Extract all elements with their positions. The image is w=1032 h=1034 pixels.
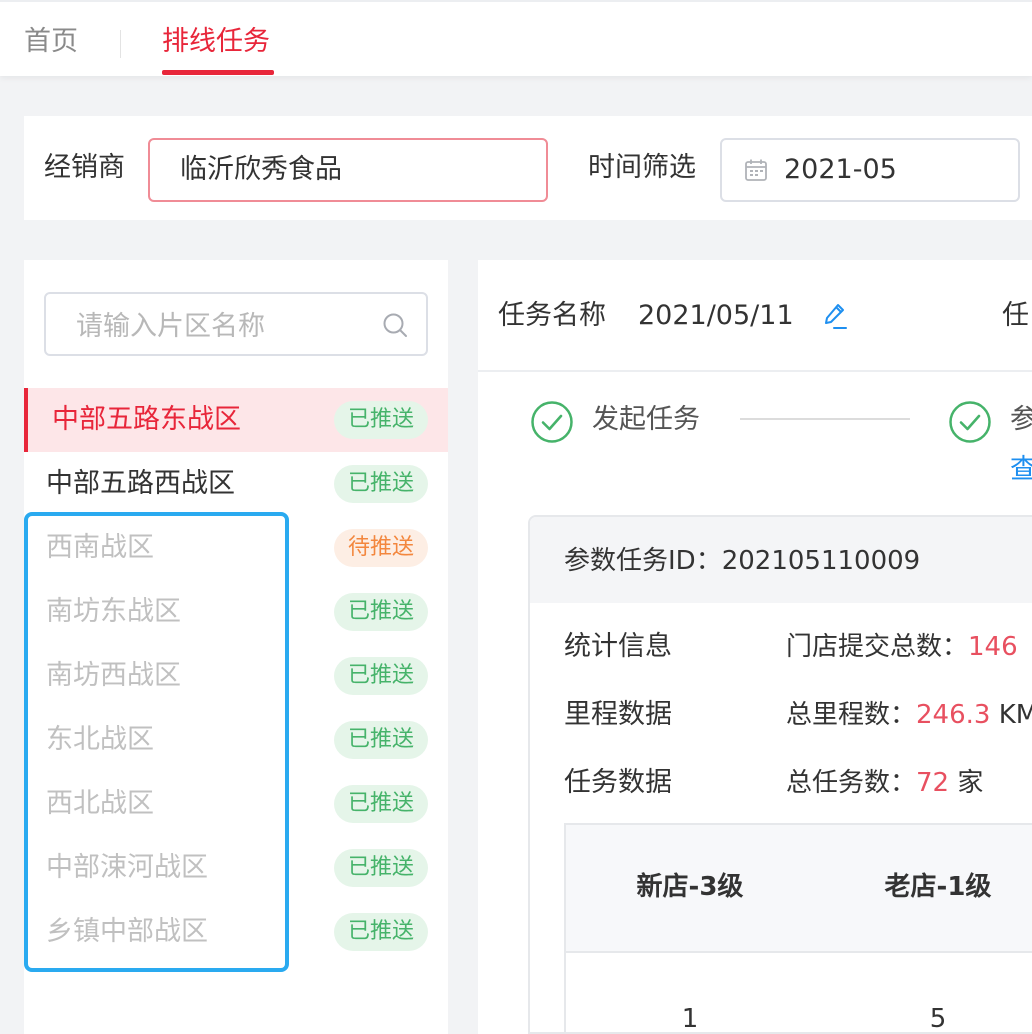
info-unit: KM xyxy=(998,700,1032,730)
step-view-link[interactable]: 查 xyxy=(1010,452,1032,488)
status-badge: 已推送 xyxy=(333,401,428,439)
info-key: 总里程数：246.3 KM xyxy=(786,697,1032,733)
edit-icon[interactable] xyxy=(822,302,848,330)
zone-name: 中部涑河战区 xyxy=(46,852,208,883)
info-key-text: 门店提交总数： xyxy=(786,632,969,662)
status-badge: 已推送 xyxy=(333,657,428,695)
time-filter-label: 时间筛选 xyxy=(588,152,696,183)
step-connector xyxy=(740,418,910,420)
check-circle-icon xyxy=(949,401,991,443)
zone-search-box[interactable] xyxy=(44,292,428,356)
info-key-text: 总任务数： xyxy=(786,768,917,798)
task-name-row: 任务名称 2021/05/11 任 xyxy=(478,260,1032,372)
info-label: 里程数据 xyxy=(564,699,672,730)
check-circle-icon xyxy=(531,401,573,443)
info-row-tasks: 任务数据 总任务数：72 家 xyxy=(530,765,1032,805)
search-icon[interactable] xyxy=(382,312,408,338)
info-value: 72 xyxy=(916,768,950,798)
zone-name: 中部五路西战区 xyxy=(46,468,235,499)
filter-bar: 经销商 临沂欣秀食品 时间筛选 2021-05 xyxy=(24,116,1032,220)
table-header-cell: 老店-1级 xyxy=(884,872,992,902)
info-value: 246.3 xyxy=(916,700,991,730)
zone-item[interactable]: 中部涑河战区 已推送 xyxy=(24,836,448,900)
status-badge: 待推送 xyxy=(333,529,428,567)
task-detail-panel: 任务名称 2021/05/11 任 发起任务 参 查 参数任务ID：202105… xyxy=(478,260,1032,1034)
zone-item[interactable]: 东北战区 已推送 xyxy=(24,708,448,772)
zone-item[interactable]: 南坊东战区 已推送 xyxy=(24,580,448,644)
task-steps: 发起任务 参 查 xyxy=(478,372,1032,502)
tab-home[interactable]: 首页 xyxy=(24,24,78,60)
info-unit: 家 xyxy=(949,768,984,798)
info-label: 任务数据 xyxy=(564,767,672,798)
zone-list-panel: 中部五路东战区 已推送 中部五路西战区 已推送 西南战区 待推送 南坊东战区 已… xyxy=(24,260,448,1034)
info-row-stats: 统计信息 门店提交总数：146 xyxy=(530,629,1032,669)
zone-item[interactable]: 中部五路东战区 已推送 xyxy=(24,388,448,452)
parameter-task-card: 参数任务ID：202105110009 统计信息 门店提交总数：146 里程数据… xyxy=(528,515,1032,1034)
table-header: 新店-3级 老店-1级 xyxy=(566,825,1032,953)
tab-divider xyxy=(120,30,121,58)
zone-search-input[interactable] xyxy=(76,308,366,344)
card-header: 参数任务ID：202105110009 xyxy=(530,517,1032,603)
month-picker[interactable]: 2021-05 xyxy=(720,138,1020,202)
dealer-label: 经销商 xyxy=(44,152,125,183)
tab-route-task[interactable]: 排线任务 xyxy=(162,24,270,60)
status-badge: 已推送 xyxy=(333,465,428,503)
info-value: 146 xyxy=(968,632,1018,662)
status-badge: 已推送 xyxy=(333,721,428,759)
dealer-select[interactable]: 临沂欣秀食品 xyxy=(148,138,548,202)
zone-item[interactable]: 中部五路西战区 已推送 xyxy=(24,452,448,516)
zone-name: 南坊东战区 xyxy=(46,596,181,627)
top-tab-bar: 首页 排线任务 xyxy=(0,0,1032,76)
step-parameter-task: 参 xyxy=(1010,404,1032,435)
zone-item[interactable]: 乡镇中部战区 已推送 xyxy=(24,900,448,964)
task-secondary-label: 任 xyxy=(1002,300,1029,331)
table-cell: 1 xyxy=(681,1004,699,1034)
zone-name: 中部五路东战区 xyxy=(52,404,241,435)
calendar-icon xyxy=(745,159,767,181)
info-key: 门店提交总数：146 xyxy=(786,629,1018,665)
task-name-value: 2021/05/11 xyxy=(638,300,794,331)
zone-item[interactable]: 西北战区 已推送 xyxy=(24,772,448,836)
zone-name: 乡镇中部战区 xyxy=(46,916,208,947)
active-tab-indicator xyxy=(162,70,274,75)
zone-name: 西南战区 xyxy=(46,532,154,563)
month-value: 2021-05 xyxy=(784,154,897,185)
zone-item[interactable]: 西南战区 待推送 xyxy=(24,516,448,580)
status-badge: 已推送 xyxy=(333,913,428,951)
info-row-mileage: 里程数据 总里程数：246.3 KM xyxy=(530,697,1032,737)
parameter-task-id: 参数任务ID：202105110009 xyxy=(564,546,921,576)
status-badge: 已推送 xyxy=(333,593,428,631)
zone-item[interactable]: 南坊西战区 已推送 xyxy=(24,644,448,708)
step-initiate-task: 发起任务 xyxy=(592,404,700,435)
task-name-label: 任务名称 xyxy=(498,300,606,331)
info-key: 总任务数：72 家 xyxy=(786,765,983,801)
info-label: 统计信息 xyxy=(564,631,672,662)
table-cell: 5 xyxy=(929,1004,947,1034)
zone-name: 东北战区 xyxy=(46,724,154,755)
zone-name: 南坊西战区 xyxy=(46,660,181,691)
store-level-table: 新店-3级 老店-1级 1 5 xyxy=(564,823,1032,1034)
active-zone-accent xyxy=(24,388,28,452)
zone-name: 西北战区 xyxy=(46,788,154,819)
table-header-cell: 新店-3级 xyxy=(636,872,744,902)
status-badge: 已推送 xyxy=(333,785,428,823)
info-key-text: 总里程数： xyxy=(786,700,917,730)
status-badge: 已推送 xyxy=(333,849,428,887)
